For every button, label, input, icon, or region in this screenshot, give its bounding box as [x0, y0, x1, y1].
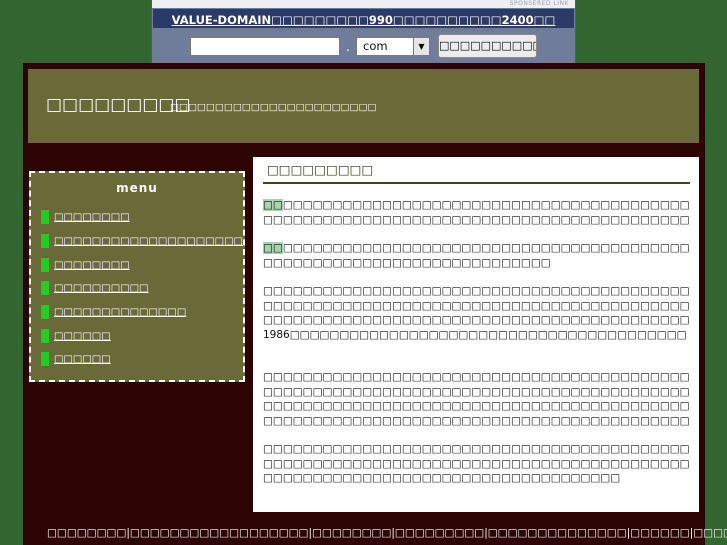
paragraph-text: □□□□□□□□□□□□□□□□□□□□□□□□□□□□□□□□□□□□□□□□…	[263, 443, 690, 485]
tld-select[interactable]: com ▼	[356, 37, 430, 56]
menu-item-label[interactable]: □□□□□□□□	[54, 260, 130, 271]
sponsored-label: SPONSERED LINK	[152, 0, 575, 8]
menu-item-label[interactable]: □□□□□□□□□□□□□□	[54, 307, 186, 318]
paragraph-text: □□□□□□□□□□□□□□□□□□□□□□□□□□□□□□□□□□□□□□□□…	[263, 242, 690, 269]
menu-bullet-icon	[41, 281, 49, 295]
menu-item-label[interactable]: □□□□□□	[54, 354, 111, 365]
menu-item[interactable]: □□□□□□□□	[41, 210, 130, 224]
menu-item-label[interactable]: □□□□□□□□□□□□□□□□□□□□	[54, 236, 243, 247]
menu-bullet-icon	[41, 305, 49, 319]
ad-banner: SPONSERED LINK VALUE-DOMAIN□□□□□□□□□990□…	[151, 0, 576, 63]
paragraph-text: □□□□□□□□□□□□□□□□□□□□□□□□□□□□□□□□□□□□□□□□…	[263, 285, 690, 341]
menu-item[interactable]: □□□□□□	[41, 329, 111, 343]
domain-search-button[interactable]: □□□□□□□□□□□□!!	[438, 34, 537, 58]
paragraph-text: □□□□□□□□□□□□□□□□□□□□□□□□□□□□□□□□□□□□□□□□…	[263, 371, 690, 427]
menu-bullet-icon	[41, 258, 49, 272]
paragraph-highlight: □□	[263, 242, 283, 254]
content-paragraph: □□□□□□□□□□□□□□□□□□□□□□□□□□□□□□□□□□□□□□□□…	[263, 370, 691, 429]
menu-item[interactable]: □□□□□□	[41, 352, 111, 366]
content-paragraph: □□□□□□□□□□□□□□□□□□□□□□□□□□□□□□□□□□□□□□□□…	[263, 442, 691, 487]
menu-bullet-icon	[41, 352, 49, 366]
site-title[interactable]: □□□□□□□□□	[46, 95, 191, 115]
paragraph-highlight: □□	[263, 199, 283, 211]
site-subtitle: □□□□□□□□□□□□□□□□□□□□□□□	[170, 102, 377, 113]
sidebar-menu: menu □□□□□□□□ □□□□□□□□□□□□□□□□□□□□ □□□□□…	[29, 171, 245, 382]
menu-item-label[interactable]: □□□□□□□□	[54, 212, 130, 223]
menu-item[interactable]: □□□□□□□□□□	[41, 281, 148, 295]
tld-select-value: com	[363, 39, 388, 53]
domain-dot: .	[346, 40, 350, 54]
menu-item-label[interactable]: □□□□□□□□□□	[54, 283, 148, 294]
menu-title: menu	[116, 181, 158, 195]
menu-item[interactable]: □□□□□□□□□□□□□□□□□□□□	[41, 234, 243, 248]
content-title: □□□□□□□□□	[267, 162, 374, 177]
domain-search-input[interactable]	[190, 37, 340, 56]
ad-headline-link[interactable]: VALUE-DOMAIN□□□□□□□□□990□□□□□□□□□□2400□□	[172, 13, 556, 27]
chevron-down-icon[interactable]: ▼	[413, 38, 429, 55]
content-panel: □□□□□□□□□ □□□□□□□□□□□□□□□□□□□□□□□□□□□□□□…	[253, 157, 699, 512]
menu-bullet-icon	[41, 234, 49, 248]
title-divider	[263, 182, 690, 184]
menu-item[interactable]: □□□□□□□□	[41, 258, 130, 272]
site-header: □□□□□□□□□ □□□□□□□□□□□□□□□□□□□□□□□	[28, 69, 699, 143]
menu-item-label[interactable]: □□□□□□	[54, 331, 111, 342]
menu-bullet-icon	[41, 210, 49, 224]
content-paragraph: □□□□□□□□□□□□□□□□□□□□□□□□□□□□□□□□□□□□□□□□…	[263, 198, 691, 228]
footer-links[interactable]: □□□□□□□□|□□□□□□□□□□□□□□□□□□|□□□□□□□□|□□□…	[47, 527, 727, 539]
content-paragraph: □□□□□□□□□□□□□□□□□□□□□□□□□□□□□□□□□□□□□□□□…	[263, 284, 691, 343]
content-paragraph: □□□□□□□□□□□□□□□□□□□□□□□□□□□□□□□□□□□□□□□□…	[263, 241, 691, 271]
paragraph-text: □□□□□□□□□□□□□□□□□□□□□□□□□□□□□□□□□□□□□□□□…	[263, 199, 690, 226]
ad-headline-bar: VALUE-DOMAIN□□□□□□□□□990□□□□□□□□□□2400□□	[153, 9, 574, 28]
menu-bullet-icon	[41, 329, 49, 343]
menu-item[interactable]: □□□□□□□□□□□□□□	[41, 305, 186, 319]
